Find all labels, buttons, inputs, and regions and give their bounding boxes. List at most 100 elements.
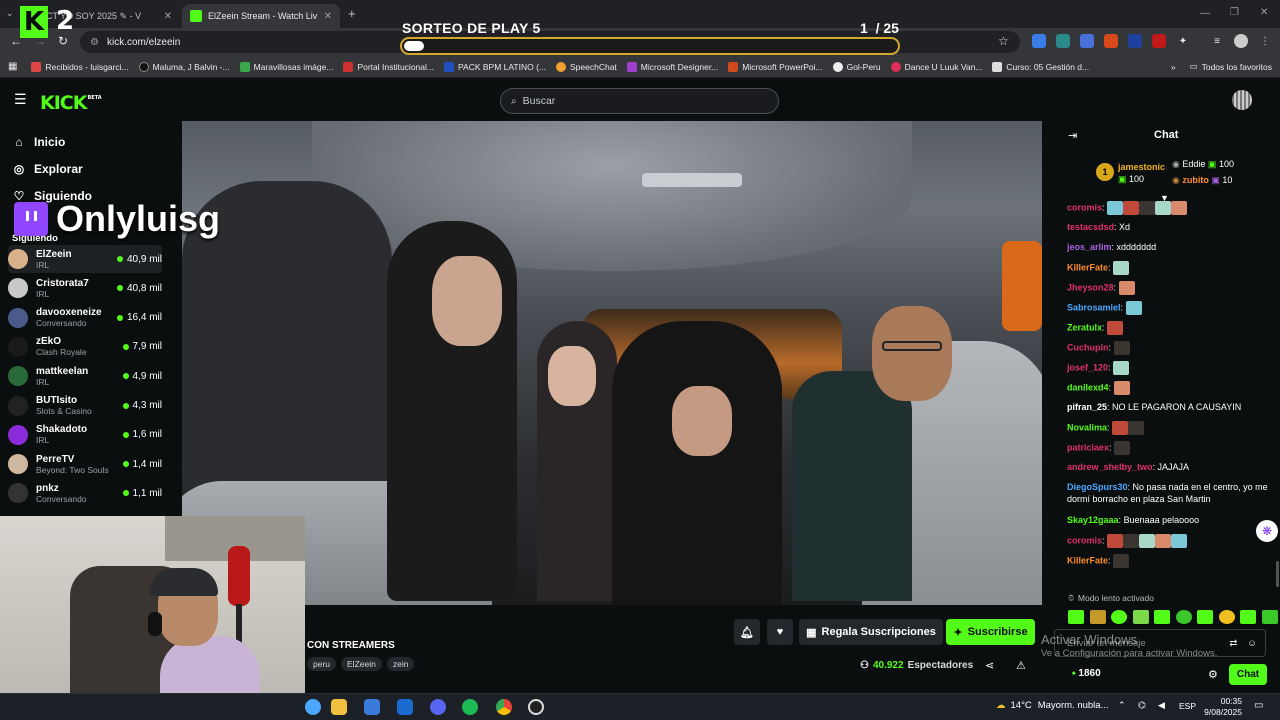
all-favorites-folder[interactable]: ▭ Todos los favoritos [1190, 61, 1272, 72]
tag[interactable]: peru [307, 657, 337, 671]
subscribe-button[interactable]: ✦ Suscribirse [946, 619, 1035, 645]
share-icon[interactable]: ⋖ [985, 659, 994, 672]
chat-username[interactable]: Sabrosamiel [1067, 302, 1121, 312]
bookmark[interactable]: Gol-Peru [832, 61, 881, 72]
chat-scrollbar[interactable] [1276, 561, 1279, 587]
bookmark[interactable]: PACK BPM LATINO (... [443, 61, 546, 72]
chat-username[interactable]: testacsdsd [1067, 222, 1114, 232]
chat-username[interactable]: andrew_shelby_two [1067, 462, 1153, 472]
chat-username[interactable]: Cuchupin [1067, 342, 1109, 352]
chat-username[interactable]: Zeratulx [1067, 322, 1102, 332]
chat-username[interactable]: KillerFate [1067, 262, 1108, 272]
emote[interactable] [1111, 610, 1128, 624]
network-icon[interactable]: ⌬ [1138, 700, 1146, 711]
tray-chevron-icon[interactable]: ⌃ [1118, 700, 1126, 711]
floating-extension-icon[interactable]: ❋ [1256, 520, 1278, 542]
channel-item[interactable]: Shakadoto IRL 1,6 mil [8, 421, 162, 449]
tag[interactable]: zein [386, 657, 415, 671]
nav-inicio[interactable]: ⌂ Inicio [12, 135, 65, 149]
chat-username[interactable]: DiegoSpurs30 [1067, 482, 1128, 492]
collapse-chat-icon[interactable]: ⇥ [1068, 129, 1077, 142]
chat-username[interactable]: KillerFate [1067, 555, 1108, 565]
puzzle-icon[interactable]: ✦ [1176, 34, 1190, 48]
emote[interactable] [1132, 610, 1149, 624]
media-icon[interactable]: ≡ [1210, 34, 1224, 48]
kick-logo[interactable]: KICKBETA [40, 92, 102, 114]
chat-username[interactable]: josef_120 [1067, 362, 1108, 372]
extension-icon[interactable] [1128, 34, 1142, 48]
channel-item[interactable]: davooxeneize Conversando 16,4 mil [8, 304, 162, 332]
clock[interactable]: 00:35 9/08/2025 [1202, 696, 1242, 718]
bookmark[interactable]: Maravillosas imáge... [239, 61, 333, 72]
emoji-icon[interactable]: ☺ [1247, 638, 1257, 649]
tag[interactable]: ElZeein [341, 657, 382, 671]
menu-dots-icon[interactable]: ⋮ [1258, 34, 1272, 48]
bookmark[interactable]: Microsoft PowerPoi... [728, 61, 823, 72]
window-close-icon[interactable]: ✕ [1260, 7, 1268, 18]
file-explorer-icon[interactable] [331, 699, 347, 715]
bookmark[interactable]: Recibidos - luisgarci... [31, 61, 129, 72]
hamburger-menu-icon[interactable]: ☰ [14, 91, 27, 108]
chat-username[interactable]: Novalima [1067, 422, 1107, 432]
emote[interactable] [1197, 610, 1214, 624]
extension-icon[interactable] [1032, 34, 1046, 48]
follow-heart-button[interactable]: ♥ [767, 619, 793, 645]
channel-item[interactable]: PerreTV Beyond: Two Souls 1,4 mil [8, 450, 162, 478]
channel-item[interactable]: mattkeelan IRL 4,9 mil [8, 362, 162, 390]
site-info-icon[interactable]: ⚙ [90, 37, 99, 48]
user-avatar[interactable] [1232, 90, 1252, 110]
search-input[interactable]: ⌕ Buscar [500, 88, 779, 114]
restore-icon[interactable]: ❐ [1230, 7, 1239, 18]
bookmark[interactable]: Curso: 05 Gestión d... [992, 61, 1089, 72]
volume-icon[interactable]: ◀ [1158, 700, 1165, 711]
chat-username[interactable]: jeos_arlim [1067, 242, 1112, 252]
store-icon[interactable] [364, 699, 380, 715]
emote[interactable] [1218, 610, 1235, 624]
send-chat-button[interactable]: Chat [1229, 664, 1267, 685]
chrome-icon[interactable] [496, 699, 512, 715]
browser-tab-active[interactable]: ElZeein Stream - Watch Liv ✕ [182, 4, 340, 28]
bookmark[interactable]: SpeechChat [556, 61, 617, 72]
channel-item[interactable]: ElZeein IRL 40,9 mil [8, 245, 162, 273]
discord-icon[interactable] [430, 699, 446, 715]
translate-icon[interactable]: ⇄ [1229, 638, 1237, 649]
emote[interactable] [1240, 610, 1257, 624]
close-icon[interactable]: ✕ [158, 11, 172, 22]
chat-settings-icon[interactable]: ⚙ [1208, 668, 1218, 681]
extension-icon[interactable] [1104, 34, 1118, 48]
chat-username[interactable]: Skay12gaaa [1067, 515, 1119, 525]
nav-explorar[interactable]: ◎ Explorar [12, 162, 83, 176]
report-icon[interactable]: ⚠ [1016, 659, 1026, 672]
emote[interactable] [1068, 610, 1084, 624]
bookmark[interactable]: Portal Institucional... [343, 61, 434, 72]
bookmark[interactable]: Maluma, J Balvin -... [138, 61, 230, 72]
emote[interactable] [1261, 610, 1278, 624]
spotify-icon[interactable] [462, 699, 478, 715]
bookmark-star-icon[interactable]: ☆ [998, 34, 1009, 48]
bookmark[interactable]: Microsoft Designer... [626, 61, 718, 72]
more-bookmarks-icon[interactable]: » [1171, 62, 1176, 72]
video-player[interactable] [182, 121, 1042, 605]
chat-username[interactable]: patriciaex [1067, 442, 1109, 452]
chat-username[interactable]: coromis [1067, 535, 1102, 545]
bookmark[interactable]: Dance U Luuk Van... [890, 61, 982, 72]
taskbar-app-icon[interactable] [305, 699, 321, 715]
obs-icon[interactable] [528, 699, 544, 715]
minimize-icon[interactable]: — [1200, 8, 1210, 19]
channel-item[interactable]: pnkz Conversando 1,1 mil [8, 479, 162, 507]
emote[interactable] [1175, 610, 1192, 624]
notifications-icon[interactable]: ▭ [1254, 700, 1263, 711]
close-icon[interactable]: ✕ [318, 11, 332, 22]
notification-bell-button[interactable]: 🔔︎ [734, 619, 760, 645]
channel-item[interactable]: BUTIsito Slots & Casino 4,3 mil [8, 392, 162, 420]
extension-icon[interactable] [1080, 34, 1094, 48]
extension-icon[interactable] [1152, 34, 1166, 48]
extension-icon[interactable] [1056, 34, 1070, 48]
apps-grid-icon[interactable]: ▦ [8, 61, 17, 72]
points-balance[interactable]: ⬩ 1860 [1072, 668, 1101, 679]
weather-widget[interactable]: ☁ 14°C Mayorm. nubla... [996, 700, 1108, 711]
outlook-icon[interactable] [397, 699, 413, 715]
channel-item[interactable]: zEkO Clash Royale 7,9 mil [8, 333, 162, 361]
tab-list-chevron-icon[interactable]: ⌄ [6, 8, 14, 19]
profile-avatar-icon[interactable] [1234, 34, 1248, 48]
